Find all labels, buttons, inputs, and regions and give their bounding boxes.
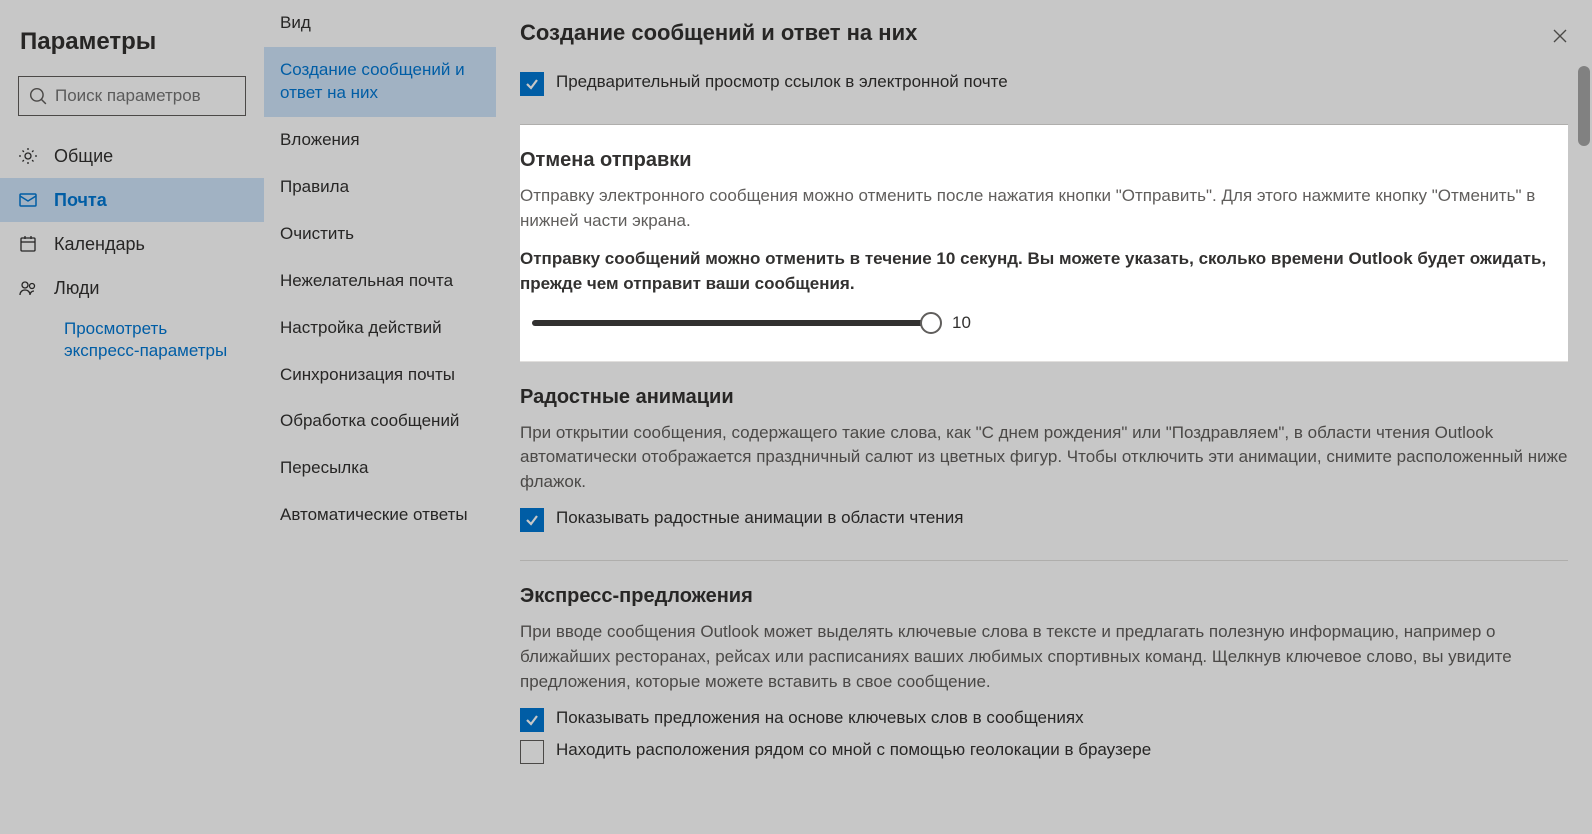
nav-mail[interactable]: Почта bbox=[0, 178, 264, 222]
sidebar-settings: Параметры Общие Почта Кале bbox=[0, 0, 264, 834]
suggestions-desc: При вводе сообщения Outlook может выделя… bbox=[520, 620, 1568, 694]
link-preview-row[interactable]: Предварительный просмотр ссылок в электр… bbox=[520, 72, 1568, 96]
nav-people-label: Люди bbox=[54, 278, 99, 299]
scrollbar[interactable] bbox=[1578, 66, 1590, 830]
search-box[interactable] bbox=[18, 76, 246, 116]
subnav-layout[interactable]: Вид bbox=[264, 0, 496, 47]
calendar-icon bbox=[18, 234, 38, 254]
people-icon bbox=[18, 278, 38, 298]
quick-settings-link[interactable]: Просмотреть экспресс-параметры bbox=[0, 310, 264, 362]
nav-calendar-label: Календарь bbox=[54, 234, 145, 255]
gear-icon bbox=[18, 146, 38, 166]
section-suggestions: Экспресс-предложения При вводе сообщения… bbox=[520, 561, 1568, 792]
subnav-forwarding[interactable]: Пересылка bbox=[264, 445, 496, 492]
mail-icon bbox=[18, 190, 38, 210]
section-link-preview: Предварительный просмотр ссылок в электр… bbox=[520, 60, 1568, 125]
suggestions-row-1[interactable]: Показывать предложения на основе ключевы… bbox=[520, 708, 1568, 732]
subnav-sweep[interactable]: Очистить bbox=[264, 211, 496, 258]
joyful-checkbox[interactable] bbox=[520, 508, 544, 532]
subnav-auto-replies[interactable]: Автоматические ответы bbox=[264, 492, 496, 539]
search-input[interactable] bbox=[55, 86, 235, 106]
subnav-junk[interactable]: Нежелательная почта bbox=[264, 258, 496, 305]
nav-mail-label: Почта bbox=[54, 190, 107, 211]
nav-general-label: Общие bbox=[54, 146, 113, 167]
link-preview-checkbox[interactable] bbox=[520, 72, 544, 96]
subnav-customize-actions[interactable]: Настройка действий bbox=[264, 305, 496, 352]
subnav-compose-reply[interactable]: Создание сообщений и ответ на них bbox=[264, 47, 496, 117]
suggestions-label-2: Находить расположения рядом со мной с по… bbox=[556, 740, 1151, 760]
subnav-rules[interactable]: Правила bbox=[264, 164, 496, 211]
subnav-message-handling[interactable]: Обработка сообщений bbox=[264, 398, 496, 445]
suggestions-checkbox-2[interactable] bbox=[520, 740, 544, 764]
subnav: Вид Создание сообщений и ответ на них Вл… bbox=[264, 0, 496, 834]
content-header: Создание сообщений и ответ на них bbox=[496, 0, 1592, 60]
subnav-attachments[interactable]: Вложения bbox=[264, 117, 496, 164]
suggestions-checkbox-1[interactable] bbox=[520, 708, 544, 732]
suggestions-row-2[interactable]: Находить расположения рядом со мной с по… bbox=[520, 740, 1568, 764]
joyful-desc: При открытии сообщения, содержащего таки… bbox=[520, 421, 1568, 495]
search-icon bbox=[29, 86, 47, 106]
scrollbar-thumb[interactable] bbox=[1578, 66, 1590, 146]
link-preview-label: Предварительный просмотр ссылок в электр… bbox=[556, 72, 1008, 92]
suggestions-label-1: Показывать предложения на основе ключевы… bbox=[556, 708, 1084, 728]
joyful-label: Показывать радостные анимации в области … bbox=[556, 508, 963, 528]
joyful-title: Радостные анимации bbox=[520, 386, 1568, 409]
section-joyful: Радостные анимации При открытии сообщени… bbox=[520, 362, 1568, 562]
nav-people[interactable]: Люди bbox=[0, 266, 264, 310]
spotlight-overlay bbox=[520, 125, 1568, 362]
nav-general[interactable]: Общие bbox=[0, 134, 264, 178]
settings-title: Параметры bbox=[0, 18, 264, 76]
suggestions-title: Экспресс-предложения bbox=[520, 585, 1568, 608]
joyful-row[interactable]: Показывать радостные анимации в области … bbox=[520, 508, 1568, 532]
nav-calendar[interactable]: Календарь bbox=[0, 222, 264, 266]
close-button[interactable] bbox=[1544, 20, 1576, 52]
subnav-sync[interactable]: Синхронизация почты bbox=[264, 352, 496, 399]
